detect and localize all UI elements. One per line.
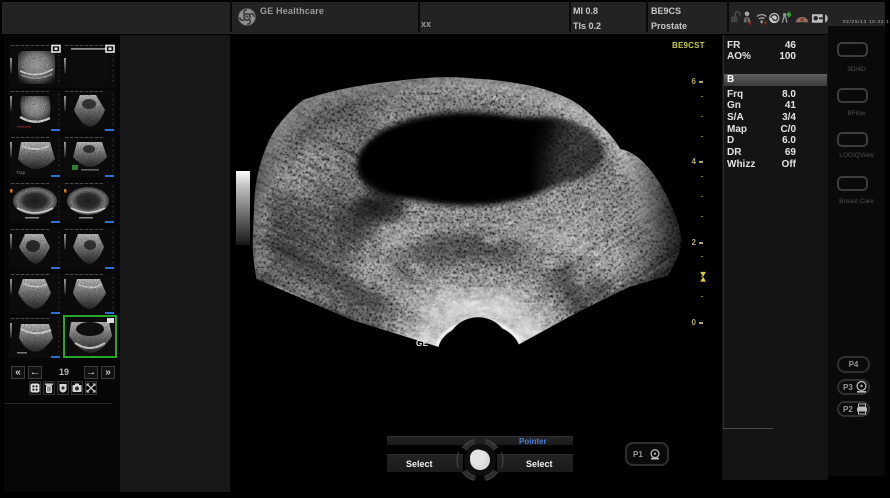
svg-text:x: x [764,21,768,26]
svg-text:x: x [748,21,752,26]
svg-text:GE: GE [416,339,429,348]
svg-text:Trap: Trap [16,170,26,175]
